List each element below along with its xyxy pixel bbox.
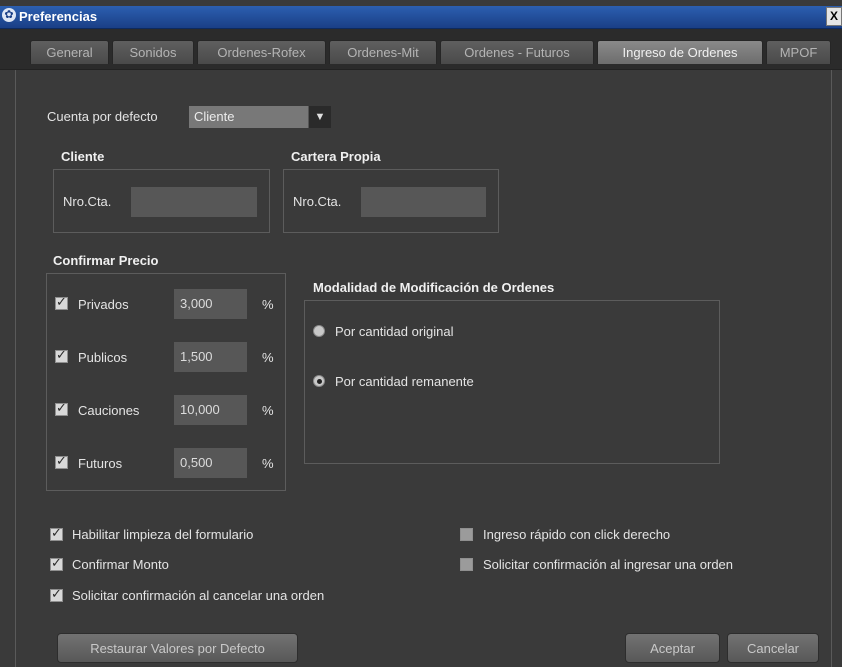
modalidad-title: Modalidad de Modificación de Ordenes: [313, 280, 555, 295]
cantidad-remanente-radio[interactable]: [313, 375, 325, 387]
futuros-unit: %: [262, 456, 274, 471]
privados-label: Privados: [78, 297, 129, 312]
cuenta-defecto-label: Cuenta por defecto: [47, 109, 158, 124]
cartera-title: Cartera Propia: [291, 149, 381, 164]
publicos-checkbox[interactable]: [55, 347, 68, 363]
gear-icon: ✿: [2, 8, 16, 22]
tab-sonidos[interactable]: Sonidos: [112, 40, 194, 64]
tab-mpof[interactable]: MPOF: [766, 40, 831, 64]
cliente-nro-label: Nro.Cta.: [63, 194, 112, 209]
privados-checkbox[interactable]: [55, 294, 68, 310]
cauciones-label: Cauciones: [78, 403, 140, 418]
tab-ordenes-rofex[interactable]: Ordenes-Rofex: [197, 40, 326, 64]
confirmar-ingresar-checkbox[interactable]: [460, 558, 473, 571]
publicos-unit: %: [262, 350, 274, 365]
cuenta-defecto-value: Cliente: [194, 109, 235, 124]
confirmar-cancelar-checkbox[interactable]: [50, 586, 63, 602]
aceptar-button[interactable]: Aceptar: [625, 633, 720, 663]
restaurar-valores-button[interactable]: Restaurar Valores por Defecto: [57, 633, 298, 663]
habilitar-limpieza-label: Habilitar limpieza del formulario: [72, 527, 254, 542]
cauciones-checkbox[interactable]: [55, 400, 68, 416]
close-button[interactable]: X: [826, 7, 842, 26]
cliente-nro-input[interactable]: [131, 187, 257, 217]
cantidad-remanente-label: Por cantidad remanente: [335, 374, 474, 389]
cancelar-button[interactable]: Cancelar: [727, 633, 819, 663]
tab-ingreso-de-ordenes[interactable]: Ingreso de Ordenes: [597, 40, 763, 64]
cauciones-input[interactable]: 10,000: [174, 395, 247, 425]
habilitar-limpieza-checkbox[interactable]: [50, 525, 63, 541]
preferences-window: ✿ Preferencias X General Sonidos Ordenes…: [0, 0, 842, 667]
ingreso-rapido-checkbox[interactable]: [460, 528, 473, 541]
window-title: Preferencias: [19, 9, 98, 24]
title-bar[interactable]: ✿ Preferencias X: [0, 6, 842, 29]
futuros-input[interactable]: 0,500: [174, 448, 247, 478]
publicos-input[interactable]: 1,500: [174, 342, 247, 372]
tab-ordenes-mit[interactable]: Ordenes-Mit: [329, 40, 437, 64]
confirmar-monto-checkbox[interactable]: [50, 555, 63, 571]
cartera-nro-label: Nro.Cta.: [293, 194, 342, 209]
confirmar-precio-title: Confirmar Precio: [53, 253, 159, 268]
cauciones-unit: %: [262, 403, 274, 418]
futuros-label: Futuros: [78, 456, 123, 471]
tab-ordenes-futuros[interactable]: Ordenes - Futuros: [440, 40, 594, 64]
tab-general[interactable]: General: [30, 40, 109, 64]
tab-bar: General Sonidos Ordenes-Rofex Ordenes-Mi…: [0, 29, 842, 70]
publicos-label: Publicos: [78, 350, 128, 365]
ingreso-rapido-label: Ingreso rápido con click derecho: [483, 527, 671, 542]
cliente-title: Cliente: [61, 149, 105, 164]
cantidad-original-radio[interactable]: [313, 325, 325, 337]
triangle-down-icon[interactable]: ▼: [308, 106, 331, 128]
tab-content-panel: Cuenta por defecto Cliente ▼ Cliente Nro…: [15, 70, 832, 667]
confirmar-cancelar-label: Solicitar confirmación al cancelar una o…: [72, 588, 325, 603]
cantidad-original-label: Por cantidad original: [335, 324, 454, 339]
cartera-nro-input[interactable]: [361, 187, 486, 217]
privados-unit: %: [262, 297, 274, 312]
confirmar-ingresar-label: Solicitar confirmación al ingresar una o…: [483, 557, 734, 572]
privados-input[interactable]: 3,000: [174, 289, 247, 319]
futuros-checkbox[interactable]: [55, 453, 68, 469]
cuenta-defecto-select[interactable]: Cliente ▼: [189, 106, 331, 128]
confirmar-monto-label: Confirmar Monto: [72, 557, 169, 572]
